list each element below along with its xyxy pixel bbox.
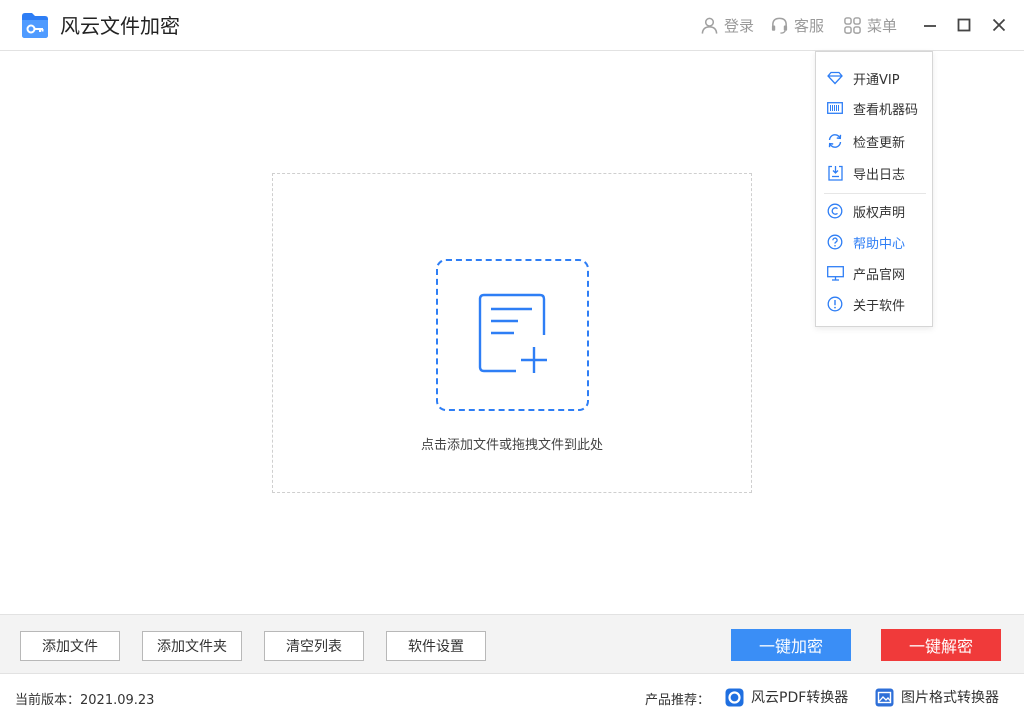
diamond-icon: [826, 69, 844, 87]
menu-label: 菜单: [867, 16, 898, 35]
maximize-button[interactable]: [953, 14, 975, 36]
recommend-image-label: 图片格式转换器: [901, 690, 999, 706]
service-label: 客服: [794, 16, 825, 35]
user-icon: [701, 17, 718, 34]
menu-item-vip[interactable]: 开通VIP: [816, 65, 932, 91]
add-file-area[interactable]: [436, 259, 589, 411]
menu-item-machine-code[interactable]: 查看机器码: [816, 95, 932, 121]
menu-item-check-update[interactable]: 检查更新: [816, 128, 932, 154]
info-icon: [826, 295, 844, 313]
minimize-button[interactable]: [919, 14, 941, 36]
menu-item-about[interactable]: 关于软件: [816, 291, 932, 317]
app-title: 风云文件加密: [60, 14, 180, 38]
help-icon: [826, 233, 844, 251]
login-label: 登录: [724, 16, 755, 35]
menu-item-copyright[interactable]: 版权声明: [816, 198, 932, 224]
decrypt-button[interactable]: 一键解密: [881, 629, 1001, 661]
grid-menu-icon: [844, 16, 861, 34]
clear-list-button[interactable]: 清空列表: [264, 631, 364, 661]
version-text: 当前版本：2021.09.23: [15, 693, 155, 708]
menu-item-export-log[interactable]: 导出日志: [816, 160, 932, 186]
copyright-icon: [826, 202, 844, 220]
settings-button[interactable]: 软件设置: [386, 631, 486, 661]
export-log-icon: [826, 164, 844, 182]
add-document-icon: [478, 293, 547, 373]
drop-hint-text: 点击添加文件或拖拽文件到此处: [420, 438, 603, 453]
customer-service-button[interactable]: 客服: [770, 13, 824, 37]
refresh-icon: [826, 132, 844, 150]
menu-separator: [824, 193, 926, 194]
status-bar: 当前版本：2021.09.23 产品推荐： 风云PDF转换器 图片格式转换器: [0, 675, 1024, 720]
menu-item-help-center[interactable]: 帮助中心: [816, 229, 932, 255]
menu-item-website[interactable]: 产品官网: [816, 260, 932, 286]
headset-icon: [771, 17, 788, 34]
recommend-label: 产品推荐：: [645, 693, 711, 708]
recommend-image-link[interactable]: 图片格式转换器: [875, 686, 999, 708]
barcode-icon: [826, 99, 844, 117]
image-converter-icon: [875, 688, 894, 706]
dropdown-menu: 开通VIP 查看机器码 检查更新 导出日志 版权声明 帮助中心 产品官网 关于软…: [815, 51, 933, 327]
file-drop-zone[interactable]: 点击添加文件或拖拽文件到此处: [272, 173, 752, 493]
recommend-pdf-link[interactable]: 风云PDF转换器: [725, 686, 848, 708]
menu-button[interactable]: 菜单: [843, 13, 897, 37]
close-icon: [992, 18, 1006, 32]
monitor-icon: [826, 264, 844, 282]
maximize-icon: [957, 18, 971, 32]
title-bar: 风云文件加密 登录 客服 菜单: [0, 0, 1024, 51]
close-button[interactable]: [988, 14, 1010, 36]
login-button[interactable]: 登录: [700, 13, 754, 37]
bottom-toolbar: 添加文件 添加文件夹 清空列表 软件设置 一键加密 一键解密: [0, 614, 1024, 674]
minimize-icon: [924, 25, 936, 27]
app-logo-icon: [20, 10, 50, 40]
pdf-converter-icon: [725, 688, 744, 706]
recommend-pdf-label: 风云PDF转换器: [751, 690, 849, 706]
add-folder-button[interactable]: 添加文件夹: [142, 631, 242, 661]
encrypt-button[interactable]: 一键加密: [731, 629, 851, 661]
add-file-button[interactable]: 添加文件: [20, 631, 120, 661]
